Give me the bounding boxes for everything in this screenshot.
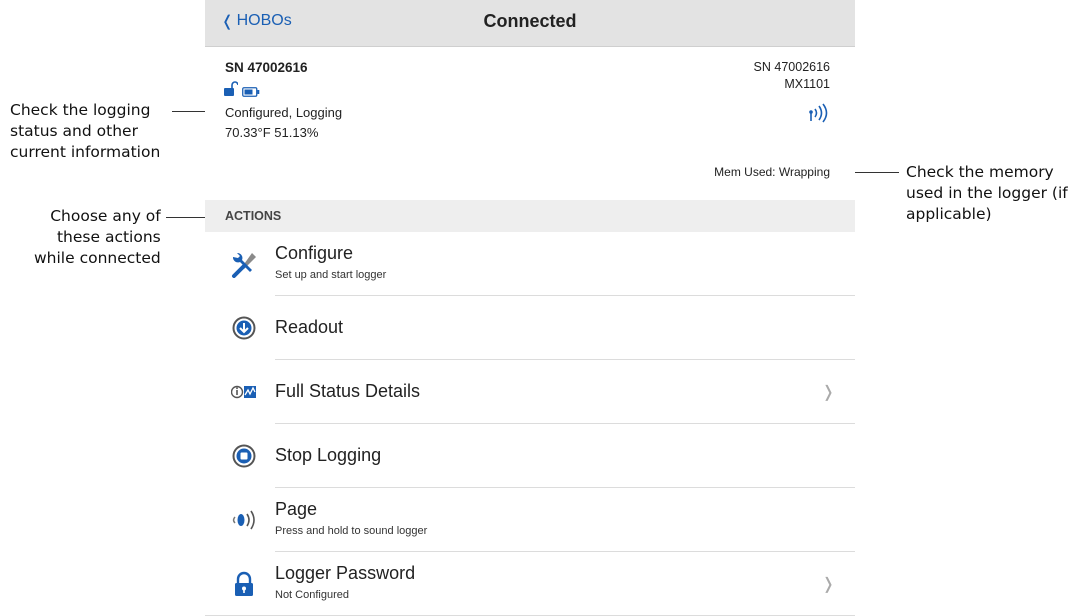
callout-actions: Choose any of these actions while connec… [34, 206, 161, 269]
action-stop-logging[interactable]: Stop Logging [205, 424, 855, 488]
wrench-screwdriver-icon [230, 250, 258, 278]
chevron-right-icon: ❭ [821, 384, 835, 401]
chevron-right-icon: ❭ [821, 576, 835, 593]
action-label: Stop Logging [275, 445, 382, 465]
action-logger-password[interactable]: Logger Password Not Configured ❭ [205, 552, 855, 616]
action-full-status-details[interactable]: Full Status Details ❭ [205, 360, 855, 424]
callout-line-2: used in the logger (if [906, 184, 1068, 202]
callout-line-1: Check the memory [906, 163, 1054, 181]
callout-line-3: current information [10, 143, 161, 161]
action-label: Logger Password [275, 563, 416, 583]
action-readout[interactable]: Readout [205, 296, 855, 360]
device-id-block: SN 47002616 MX1101 [754, 59, 830, 93]
actions-section-header: ACTIONS [205, 200, 855, 232]
status-info-icon [230, 378, 258, 406]
action-label: Full Status Details [275, 381, 421, 401]
memory-used: Mem Used: Wrapping [714, 165, 830, 179]
page-title: Connected [483, 11, 577, 31]
device-status-icons [224, 81, 260, 97]
action-label: Configure [275, 243, 354, 263]
callout-status-info: Check the logging status and other curre… [10, 100, 160, 163]
action-label: Page [275, 499, 318, 519]
action-sublabel: Set up and start logger [275, 269, 387, 281]
unlocked-icon [224, 81, 238, 96]
action-sublabel: Not Configured [275, 589, 349, 601]
device-serial: SN 47002616 [753, 60, 830, 74]
callout-line-2: status and other [10, 122, 138, 140]
action-label: Readout [275, 317, 344, 337]
app-screen: ❬ HOBOs Connected SN 47002616 Configured… [205, 0, 855, 616]
device-info-panel: SN 47002616 Configured, Logging 70.33°F … [205, 47, 855, 185]
download-circle-icon [230, 314, 258, 342]
action-page[interactable]: Page Press and hold to sound logger [205, 488, 855, 552]
lock-icon [230, 570, 258, 598]
callout-memory: Check the memory used in the logger (if … [906, 162, 1068, 225]
section-title: ACTIONS [225, 209, 282, 223]
action-sublabel: Press and hold to sound logger [275, 525, 428, 537]
device-serial-title: SN 47002616 [225, 60, 308, 75]
stop-circle-icon [230, 442, 258, 470]
action-configure[interactable]: Configure Set up and start logger [205, 232, 855, 296]
callout-line-2: these actions [56, 228, 161, 246]
callout-line-3: while connected [34, 249, 161, 267]
callout-line-1: Choose any of [50, 207, 161, 225]
battery-icon [242, 87, 260, 97]
speaker-icon [230, 506, 258, 534]
navigation-bar: ❬ HOBOs Connected [205, 0, 855, 47]
callout-line-3: applicable) [906, 205, 992, 223]
sensor-readings: 70.33°F 51.13% [225, 125, 319, 140]
wireless-signal-icon [809, 103, 828, 123]
callout-line-1: Check the logging [10, 101, 151, 119]
logging-status: Configured, Logging [225, 105, 343, 120]
device-model: MX1101 [784, 77, 830, 91]
